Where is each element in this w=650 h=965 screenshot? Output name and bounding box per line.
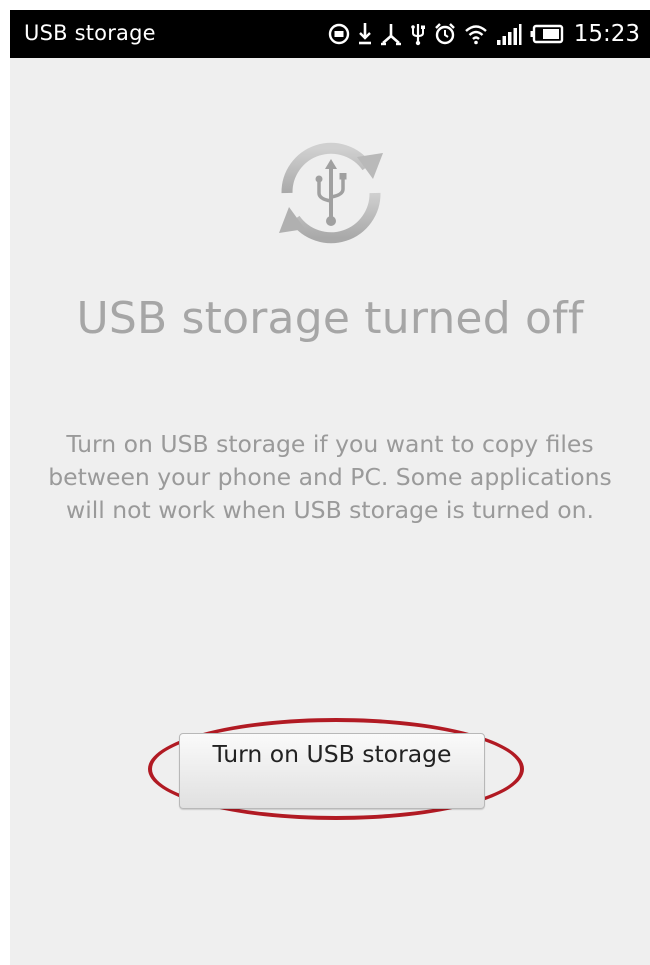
status-bar: USB storage 15:23	[10, 10, 650, 58]
page-title: USB storage turned off	[76, 293, 584, 344]
wifi-icon	[464, 22, 488, 46]
status-bar-title: USB storage	[24, 21, 156, 45]
turn-on-usb-storage-button[interactable]: Turn on USB storage	[179, 733, 485, 809]
battery-icon	[530, 24, 564, 44]
usb-sync-icon	[273, 135, 389, 251]
status-icons: 15:23	[328, 19, 640, 49]
description-text: Turn on USB storage if you want to copy …	[48, 430, 612, 524]
signal-icon	[496, 23, 522, 45]
status-time: 15:23	[573, 21, 640, 47]
screen: USB storage 15:23 USB storage turned off…	[10, 10, 650, 965]
usb-icon	[410, 22, 426, 46]
usb-debug-icon	[380, 22, 402, 46]
message-icon	[328, 23, 350, 45]
alarm-icon	[434, 22, 456, 46]
download-icon	[358, 22, 372, 46]
